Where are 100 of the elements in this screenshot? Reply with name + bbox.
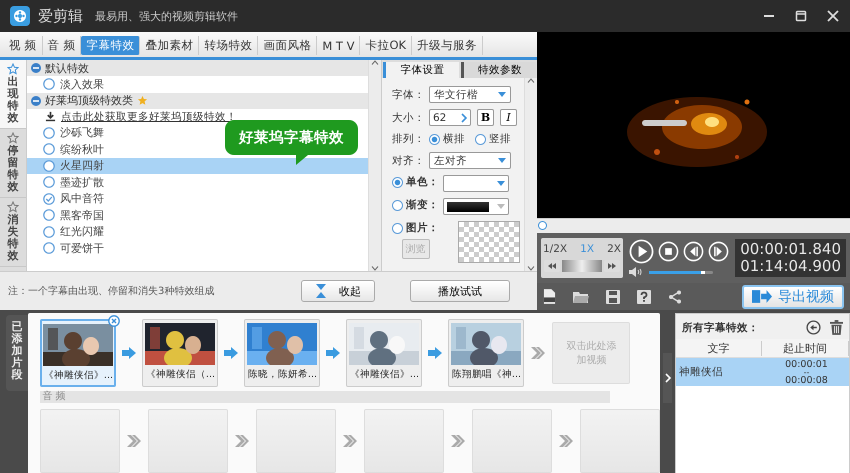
column-header[interactable]: 文字 [676,340,762,356]
scroll-up-icon[interactable] [371,60,379,65]
jog-wheel[interactable] [562,260,602,272]
remove-clip-icon[interactable] [108,315,120,327]
column-header[interactable]: 起止时间 [762,340,849,356]
italic-button[interactable]: I [500,109,517,126]
save-icon[interactable] [606,290,620,304]
effect-item[interactable]: 可爱饼干 [27,240,110,256]
layout-radio[interactable]: 竖排 [475,132,511,146]
radio-icon[interactable] [43,242,55,254]
radio-icon[interactable] [43,143,55,156]
collapse-icon[interactable] [31,63,41,73]
radio-icon[interactable] [43,78,55,90]
chevron-icon [664,373,671,383]
effect-item[interactable]: 风中音符 [27,190,110,207]
effect-item[interactable]: 墨迹扩散 [27,174,110,190]
next-frame-icon[interactable] [708,241,729,262]
panel-toggle[interactable] [663,353,672,403]
video-clip[interactable]: 《神雕侠侣》... [346,319,422,387]
radio-icon[interactable] [43,176,55,188]
layout-radio[interactable]: 横排 [429,132,465,146]
bold-button[interactable]: B [477,109,494,126]
speed-option[interactable]: 2X [605,238,623,260]
font-label: 字体： [392,88,425,102]
radio-icon[interactable] [43,226,55,238]
effect-item[interactable]: 红光闪耀 [27,224,110,240]
maximize-icon[interactable] [794,9,808,23]
video-clip[interactable]: 《神雕侠侣（... [142,319,218,387]
export-icon [752,289,772,304]
chevron-icon [450,435,466,447]
tab[interactable]: 叠加素材 [140,36,200,55]
end-time: 00:00:08 [785,376,828,384]
settings-tab[interactable]: 特效参数 [460,62,536,78]
start-time: 00:00:01 [785,360,828,368]
progress-track[interactable] [537,218,850,233]
chevron-icon [234,435,250,447]
arrow-icon [224,347,238,359]
collapse-icon[interactable] [31,96,41,106]
volume-icon[interactable] [629,267,643,277]
share-icon[interactable] [668,290,682,304]
group-label: 默认特效 [45,60,89,76]
settings-tab[interactable]: 字体设置 [383,62,458,78]
video-clip[interactable]: 陈晓，陈妍希... [244,319,320,387]
chevron-icon[interactable] [461,112,467,122]
video-clip[interactable]: 陈翔鹏唱《神... [448,319,524,387]
trash-icon[interactable] [830,320,843,335]
speed-option[interactable]: 1/2X [541,238,570,260]
added-clips-tab[interactable]: 已添加片段 [6,315,28,391]
fill-radio[interactable]: 单色： [392,175,439,189]
collapse-button[interactable]: 收起 [301,280,375,302]
color-dropdown[interactable] [443,175,509,192]
effect-group-header[interactable]: 好莱坞顶级特效类 [27,92,368,108]
help-icon[interactable] [637,290,651,304]
tooltip-tail [296,155,308,165]
effect-item[interactable]: 火星四射 [27,158,368,174]
tab[interactable]: 卡拉OK [360,36,412,55]
back-icon[interactable] [806,320,821,335]
scroll-down-icon[interactable] [371,266,379,271]
new-file-icon[interactable] [543,289,556,304]
size-field[interactable]: 62 [429,109,471,126]
fill-radio[interactable]: 渐变： [392,198,439,212]
effect-item[interactable]: 沙砾飞舞 [27,124,110,141]
radio-icon[interactable] [43,209,55,222]
scrollbar[interactable] [524,78,537,271]
scrollbar[interactable] [368,60,381,271]
subtitle-row[interactable]: 神雕侠侣 00:00:01 -- 00:00:08 [676,358,849,386]
scroll-up-icon[interactable] [527,78,535,83]
radio-icon[interactable] [43,160,55,172]
effect-item[interactable]: 淡入效果 [27,76,110,92]
radio-icon[interactable] [43,126,55,139]
preview-play-button[interactable]: 播放试试 [410,280,510,302]
tab[interactable]: 转场特效 [199,36,258,55]
folder-icon[interactable] [573,290,589,304]
group-label: 好莱坞顶级特效类 [45,93,133,108]
tab[interactable]: 升级与服务 [412,36,484,55]
table-cell-text: 神雕侠侣 [678,365,724,379]
effect-item[interactable]: 黑客帝国 [27,207,110,224]
scroll-down-icon[interactable] [527,266,535,271]
previous-frame-icon[interactable] [683,241,704,262]
effect-type-tab[interactable]: 消失特效 [0,198,26,267]
effect-group-header[interactable]: 默认特效 [27,60,368,76]
radio-icon[interactable] [43,192,55,205]
tab[interactable]: 视 频 [4,36,43,55]
fill-radio[interactable]: 图片： [392,221,439,235]
progress-handle[interactable] [538,221,547,230]
star-outline-icon [7,201,19,213]
tab[interactable]: 画面风格 [258,36,318,55]
stop-icon[interactable] [658,241,679,262]
star-icon [137,95,148,106]
effect-type-tab[interactable]: 出现特效 [0,60,26,129]
subtitle-list-title: 所有字幕特效： [682,320,759,334]
font-dropdown[interactable]: 华文行楷 [429,86,511,103]
align-dropdown[interactable]: 左对齐 [429,152,511,169]
close-icon[interactable] [826,9,840,23]
play-icon[interactable] [629,239,654,264]
effect-type-tab[interactable]: 停留特效 [0,129,26,198]
tab[interactable]: M T V [317,36,360,55]
gradient-dropdown[interactable] [443,198,509,215]
effect-item[interactable]: 缤纷秋叶 [27,141,110,158]
caret-icon [497,181,505,186]
